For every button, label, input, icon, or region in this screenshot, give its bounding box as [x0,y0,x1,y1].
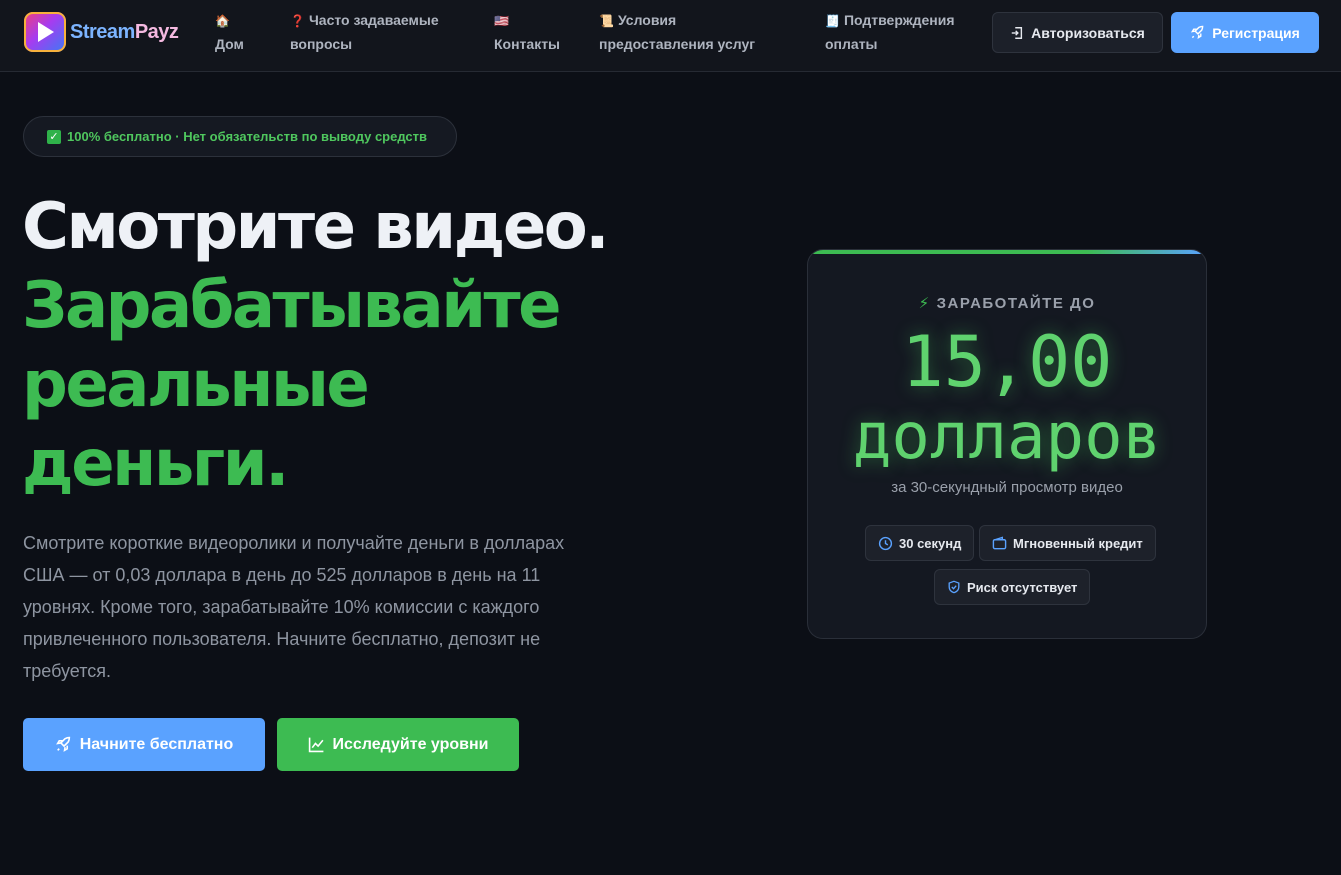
shield-icon [948,580,960,594]
explore-levels-button[interactable]: Исследуйте уровни [277,718,519,771]
nav-item-label: Дом [215,36,244,52]
check-icon: ✓ [47,129,61,144]
earn-card: ⚡ ЗАРАБОТАЙТЕ ДО 15,00 долларов за 30-сек… [807,249,1207,639]
top-navbar: StreamPayz 🏠 Дом ❓ Часто задаваемые вопро… [0,0,1341,72]
chip-instant-credit: Мгновенный кредит [979,525,1156,561]
play-logo-icon [24,12,66,52]
earn-unit: долларов [852,400,1162,474]
headline-line-1: Смотрите видео. [22,190,610,264]
sign-in-icon [1011,26,1023,39]
free-badge: ✓ 100% бесплатно · Нет обязательств по в… [23,116,457,157]
nav-item-terms[interactable]: 📜 Условия предоставления услуг [599,9,774,56]
hero-headline: Смотрите видео. Зарабатывайте реальные д… [22,188,662,504]
earn-label: ⚡ ЗАРАБОТАЙТЕ ДО [918,295,1096,312]
nav-item-label: Подтверждения оплаты [825,12,955,52]
start-free-button[interactable]: Начните бесплатно [23,718,265,771]
headline-line-2: Зарабатывайте [22,269,562,343]
hero-lead-text: Смотрите короткие видеоролики и получайт… [23,533,565,681]
nav-item-label: Часто задаваемые вопросы [290,12,439,52]
headline-line-4: деньги. [22,427,289,501]
bolt-icon: ⚡ [918,295,931,312]
free-badge-text: 100% бесплатно · Нет обязательств по выв… [67,129,428,144]
flag-icon: 🇺🇸 [494,14,509,28]
brand-name: StreamPayz [70,20,179,43]
register-button[interactable]: Регистрация [1171,12,1319,53]
nav-item-label: Контакты [494,36,561,52]
headline-line-3: реальные [22,348,370,422]
receipt-icon: 🧾 [825,14,840,28]
clock-icon [878,536,893,550]
login-button[interactable]: Авторизоваться [992,12,1163,53]
rocket-icon [55,736,70,752]
nav-item-faq[interactable]: ❓ Часто задаваемые вопросы [290,9,470,56]
scroll-icon: 📜 [599,14,614,28]
earn-note: за 30-секундный просмотр видео [891,479,1123,496]
chip-seconds: 30 секунд [865,525,975,561]
nav-item-home[interactable]: 🏠 Дом [215,9,275,56]
home-icon: 🏠 [215,14,230,28]
rocket-icon [1191,25,1204,40]
chart-line-icon [308,737,323,753]
chip-no-risk: Риск отсутствует [934,569,1091,605]
wallet-icon [992,535,1007,549]
question-icon: ❓ [290,14,305,28]
card-accent-bar [808,250,1206,254]
earn-amount: 15,00 [901,321,1113,403]
nav-item-payment-proofs[interactable]: 🧾 Подтверждения оплаты [825,9,975,56]
nav-item-contacts[interactable]: 🇺🇸 Контакты [494,9,584,56]
brand-logo[interactable]: StreamPayz [24,11,189,53]
nav-item-label: Условия предоставления услуг [599,12,756,52]
